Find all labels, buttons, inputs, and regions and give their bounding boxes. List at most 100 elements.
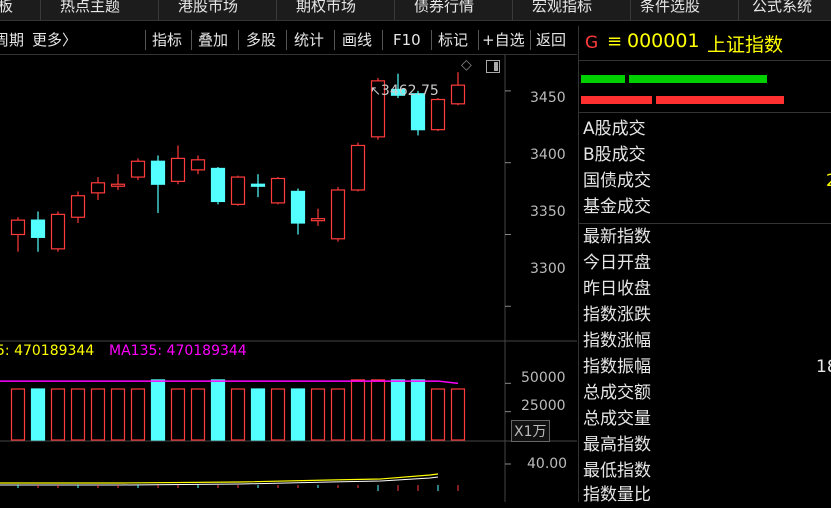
volume-bar (70, 388, 86, 441)
nav-item-bond-quotes[interactable]: 债券行情 (414, 0, 474, 20)
row-bond-turnover: 国债成交 (583, 171, 651, 191)
panel-divider (579, 112, 831, 113)
nav-separator (630, 0, 631, 20)
panel-divider (579, 60, 831, 61)
indicator-line-white (0, 476, 439, 486)
toolbar-separator (334, 30, 335, 50)
volume-ma-line (0, 380, 459, 385)
toolbar-separator (238, 30, 239, 50)
row-total-amount: 总成交额 (583, 383, 651, 403)
top-navigation: 板 热点主题 港股市场 期权市场 债券行情 宏观指标 条件选股 公式系统 (0, 0, 831, 21)
volume-ma-b-label: MA135: 470189344 (109, 343, 247, 359)
nav-separator (512, 0, 513, 20)
nav-item-stock-screener[interactable]: 条件选股 (640, 0, 700, 20)
nav-separator (394, 0, 395, 20)
nav-item-options-market[interactable]: 期权市场 (296, 0, 356, 20)
volume-bar (330, 388, 346, 441)
candle-body (330, 189, 346, 240)
row-bond-turnover-value: 2 (826, 168, 831, 194)
nav-separator (40, 0, 41, 20)
red-bar-a (581, 96, 652, 104)
diamond-icon[interactable]: ◇ (461, 57, 472, 73)
security-code: 000001 (627, 30, 700, 52)
candle-body (70, 195, 86, 218)
nav-item-board[interactable]: 板 (0, 0, 13, 20)
price-axis-label: 3350 (530, 204, 566, 220)
annotation-arrow-icon: ↖ (370, 84, 381, 99)
volume-bar (270, 388, 286, 441)
toolbar-separator (478, 30, 479, 50)
row-index-amplitude: 指数振幅 (583, 357, 651, 377)
candle-body (210, 167, 226, 203)
volume-bar (390, 379, 406, 441)
kline-chart[interactable] (0, 55, 577, 502)
candle-body (350, 144, 366, 191)
quote-panel: G ≡ 000001 上证指数 A股成交 B股成交 国债成交 2 基金成交 最新… (578, 26, 831, 505)
back-button[interactable]: 返回 (536, 28, 566, 52)
candle-body (270, 177, 286, 204)
candle-body (10, 219, 26, 236)
volume-bar (130, 388, 146, 441)
f10-button[interactable]: F10 (393, 28, 421, 52)
candle-body (130, 160, 146, 178)
maximize-icon[interactable] (486, 60, 500, 73)
volume-bar (210, 379, 226, 441)
volume-bar (110, 388, 126, 441)
row-latest-index: 最新指数 (583, 227, 651, 247)
chart-toolbar: 周期 更多〉 指标 叠加 多股 统计 画线 F10 标记 +自选 返回 (0, 26, 577, 55)
volume-bar (290, 388, 306, 441)
overlay-button[interactable]: 叠加 (198, 28, 228, 52)
add-watchlist-button[interactable]: +自选 (482, 28, 525, 52)
volume-bar (90, 388, 106, 441)
price-axis-label: 3300 (530, 261, 566, 277)
volume-bar (410, 379, 426, 441)
row-index-change-pct: 指数涨幅 (583, 331, 651, 351)
volume-bar (250, 388, 266, 441)
volume-bar (170, 388, 186, 441)
more-button[interactable]: 更多〉 (32, 28, 77, 52)
menu-lines-icon[interactable]: ≡ (607, 31, 622, 52)
toolbar-separator (286, 30, 287, 50)
green-bar-b (629, 75, 767, 83)
toolbar-separator (530, 30, 531, 50)
row-prev-close: 昨日收盘 (583, 279, 651, 299)
volume-ma-a-label: 5: 470189344 (0, 343, 95, 359)
candle-body (50, 213, 66, 250)
row-a-share-turnover: A股成交 (583, 119, 646, 139)
volume-unit-label: X1万 (511, 420, 550, 442)
candle-body (250, 183, 266, 187)
g-badge-icon[interactable]: G (585, 33, 598, 53)
volume-bar (10, 388, 26, 441)
nav-item-hot-topics[interactable]: 热点主题 (60, 0, 120, 20)
nav-item-formula-system[interactable]: 公式系统 (752, 0, 812, 20)
maximize-icon-bar (494, 62, 498, 71)
indicator-axis-label: 40.00 (527, 456, 568, 472)
volume-bar (190, 388, 206, 441)
candle-body (110, 183, 126, 187)
period-button[interactable]: 周期 (0, 28, 24, 52)
row-index-amplitude-value: 18 (816, 357, 831, 377)
toolbar-separator (382, 30, 383, 50)
nav-separator (158, 0, 159, 20)
row-b-share-turnover: B股成交 (583, 145, 646, 165)
row-highest-index: 最高指数 (583, 435, 651, 455)
volume-axis-label: 50000 (521, 370, 566, 386)
draw-line-button[interactable]: 画线 (342, 28, 372, 52)
candle-body (90, 182, 106, 194)
nav-item-hk-market[interactable]: 港股市场 (178, 0, 238, 20)
toolbar-separator (431, 30, 432, 50)
volume-bar (50, 388, 66, 441)
multi-stock-button[interactable]: 多股 (246, 28, 276, 52)
nav-separator (276, 0, 277, 20)
mark-button[interactable]: 标记 (438, 28, 468, 52)
row-lowest-index: 最低指数 (583, 461, 651, 481)
security-name: 上证指数 (707, 34, 784, 56)
indicator-button[interactable]: 指标 (152, 28, 182, 52)
statistics-button[interactable]: 统计 (294, 28, 324, 52)
toolbar-separator (191, 30, 192, 50)
nav-item-macro-indicators[interactable]: 宏观指标 (532, 0, 592, 20)
candle-body (310, 218, 326, 222)
volume-bar (150, 379, 166, 441)
price-high-annotation: ↖3462.75 (370, 83, 439, 99)
row-today-open: 今日开盘 (583, 253, 651, 273)
